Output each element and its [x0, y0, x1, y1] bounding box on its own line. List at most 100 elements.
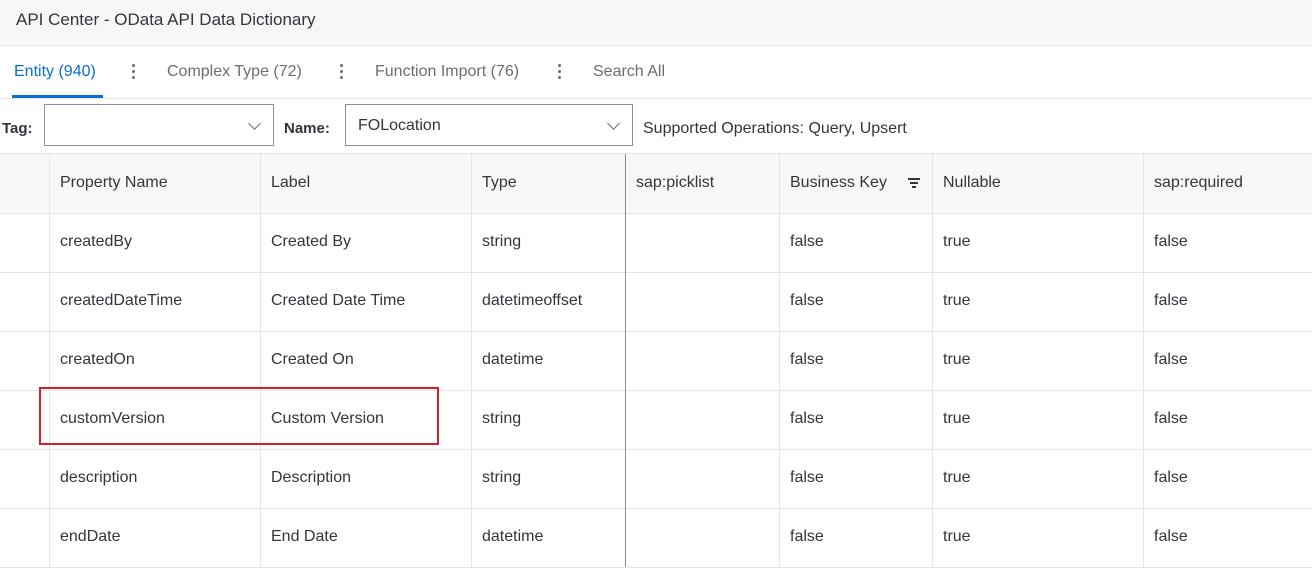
table-cell: Created By — [260, 213, 472, 272]
table-cell: true — [932, 272, 1144, 331]
sort-filter-icon[interactable] — [908, 178, 920, 188]
name-select[interactable]: FOLocation — [345, 104, 633, 146]
cell-value: Description — [271, 469, 352, 486]
cell-value: false — [790, 292, 824, 309]
cell-value: false — [1154, 410, 1188, 427]
tab-entity[interactable]: Entity (940) — [14, 63, 96, 81]
column-header-label: Business Key — [790, 174, 887, 191]
column-header-business-key[interactable]: Business Key — [779, 154, 933, 213]
cell-value: false — [1154, 351, 1188, 368]
cell-value: true — [943, 469, 971, 486]
table-row[interactable]: description Description string false true fal… — [0, 449, 1312, 509]
cell-value: createdBy — [60, 233, 133, 250]
cell-value: Created Date Time — [271, 292, 406, 309]
table-cell: true — [932, 449, 1144, 508]
cell-value: false — [1154, 528, 1188, 545]
table-cell: customVersion — [49, 390, 261, 449]
table-cell: Custom Version — [260, 390, 472, 449]
table-cell: false — [779, 272, 933, 331]
column-header-property-name[interactable]: Property Name — [49, 154, 261, 213]
more-vertical-icon[interactable] — [553, 62, 565, 84]
row-selector-cell — [0, 272, 50, 331]
table-cell: false — [779, 331, 933, 390]
column-header-label: sap:picklist — [636, 174, 715, 191]
tag-select[interactable] — [44, 104, 274, 146]
tab-search-all[interactable]: Search All — [593, 63, 665, 81]
table-cell: createdOn — [49, 331, 261, 390]
cell-value: datetimeoffset — [482, 292, 583, 309]
row-selector-cell — [0, 331, 50, 390]
table-cell: true — [932, 213, 1144, 272]
column-header-label: Nullable — [943, 174, 1001, 191]
cell-value: false — [790, 233, 824, 250]
table-cell: false — [1143, 272, 1312, 331]
table-cell: createdBy — [49, 213, 261, 272]
more-vertical-icon[interactable] — [127, 62, 139, 84]
cell-value: false — [1154, 233, 1188, 250]
table-cell: false — [779, 508, 933, 567]
more-vertical-icon[interactable] — [335, 62, 347, 84]
table-cell: string — [471, 449, 626, 508]
table-cell: false — [1143, 508, 1312, 567]
table-cell: datetime — [471, 508, 626, 567]
table-row[interactable]: createdDateTime Created Date Time datetime… — [0, 272, 1312, 332]
column-header-type[interactable]: Type — [471, 154, 626, 213]
table-cell: string — [471, 213, 626, 272]
table-cell: false — [779, 213, 933, 272]
cell-value: string — [482, 410, 522, 427]
tag-label: Tag: — [2, 120, 33, 137]
cell-value: Created By — [271, 233, 352, 250]
table-cell: true — [932, 508, 1144, 567]
table-row[interactable]: endDate End Date datetime false true false — [0, 508, 1312, 568]
column-header-label: Label — [271, 174, 311, 191]
table-cell: description — [49, 449, 261, 508]
table-cell: false — [1143, 449, 1312, 508]
column-header-label: Type — [482, 174, 517, 191]
filter-bar: Tag: Name: FOLocation Supported Operatio… — [0, 99, 1312, 153]
row-selector-cell — [0, 213, 50, 272]
cell-value: true — [943, 292, 971, 309]
tab-complex-type[interactable]: Complex Type (72) — [167, 63, 302, 81]
name-select-value: FOLocation — [358, 117, 441, 134]
table-cell: false — [779, 449, 933, 508]
cell-value: customVersion — [60, 410, 165, 427]
table-row[interactable]: customVersion Custom Version string false tr… — [0, 390, 1312, 450]
row-selector-cell — [0, 508, 50, 567]
column-header-sap-required[interactable]: sap:required — [1143, 154, 1312, 213]
table-cell — [625, 272, 780, 331]
table-row[interactable]: createdBy Created By string false true false — [0, 213, 1312, 273]
app-title: API Center - OData API Data Dictionary — [16, 10, 316, 29]
cell-value: createdOn — [60, 351, 135, 368]
table-cell: false — [1143, 213, 1312, 272]
column-header-label: Property Name — [60, 174, 168, 191]
cell-value: true — [943, 528, 971, 545]
cell-value: datetime — [482, 528, 544, 545]
cell-value: true — [943, 351, 971, 368]
cell-value: createdDateTime — [60, 292, 183, 309]
tab-function-import[interactable]: Function Import (76) — [375, 63, 519, 81]
column-header-label-col[interactable]: Label — [260, 154, 472, 213]
table-cell — [625, 213, 780, 272]
tab-bar: Entity (940) Complex Type (72) Function … — [0, 46, 1312, 99]
column-header-label: sap:required — [1154, 174, 1243, 191]
supported-operations: Supported Operations: Query, Upsert — [643, 120, 907, 137]
cell-value: datetime — [482, 351, 544, 368]
table-cell: createdDateTime — [49, 272, 261, 331]
table-cell — [625, 508, 780, 567]
table-cell: datetime — [471, 331, 626, 390]
row-selector-cell — [0, 449, 50, 508]
table-cell — [625, 331, 780, 390]
active-tab-indicator — [12, 95, 103, 98]
table-cell: Created Date Time — [260, 272, 472, 331]
column-header-sap-picklist[interactable]: sap:picklist — [625, 154, 780, 213]
table-row[interactable]: createdOn Created On datetime false true fals… — [0, 331, 1312, 391]
table-cell: string — [471, 390, 626, 449]
table-cell: endDate — [49, 508, 261, 567]
cell-value: false — [790, 351, 824, 368]
table-cell: Created On — [260, 331, 472, 390]
cell-value: false — [1154, 469, 1188, 486]
cell-value: true — [943, 410, 971, 427]
cell-value: false — [790, 410, 824, 427]
table-cell: Description — [260, 449, 472, 508]
column-header-nullable[interactable]: Nullable — [932, 154, 1144, 213]
